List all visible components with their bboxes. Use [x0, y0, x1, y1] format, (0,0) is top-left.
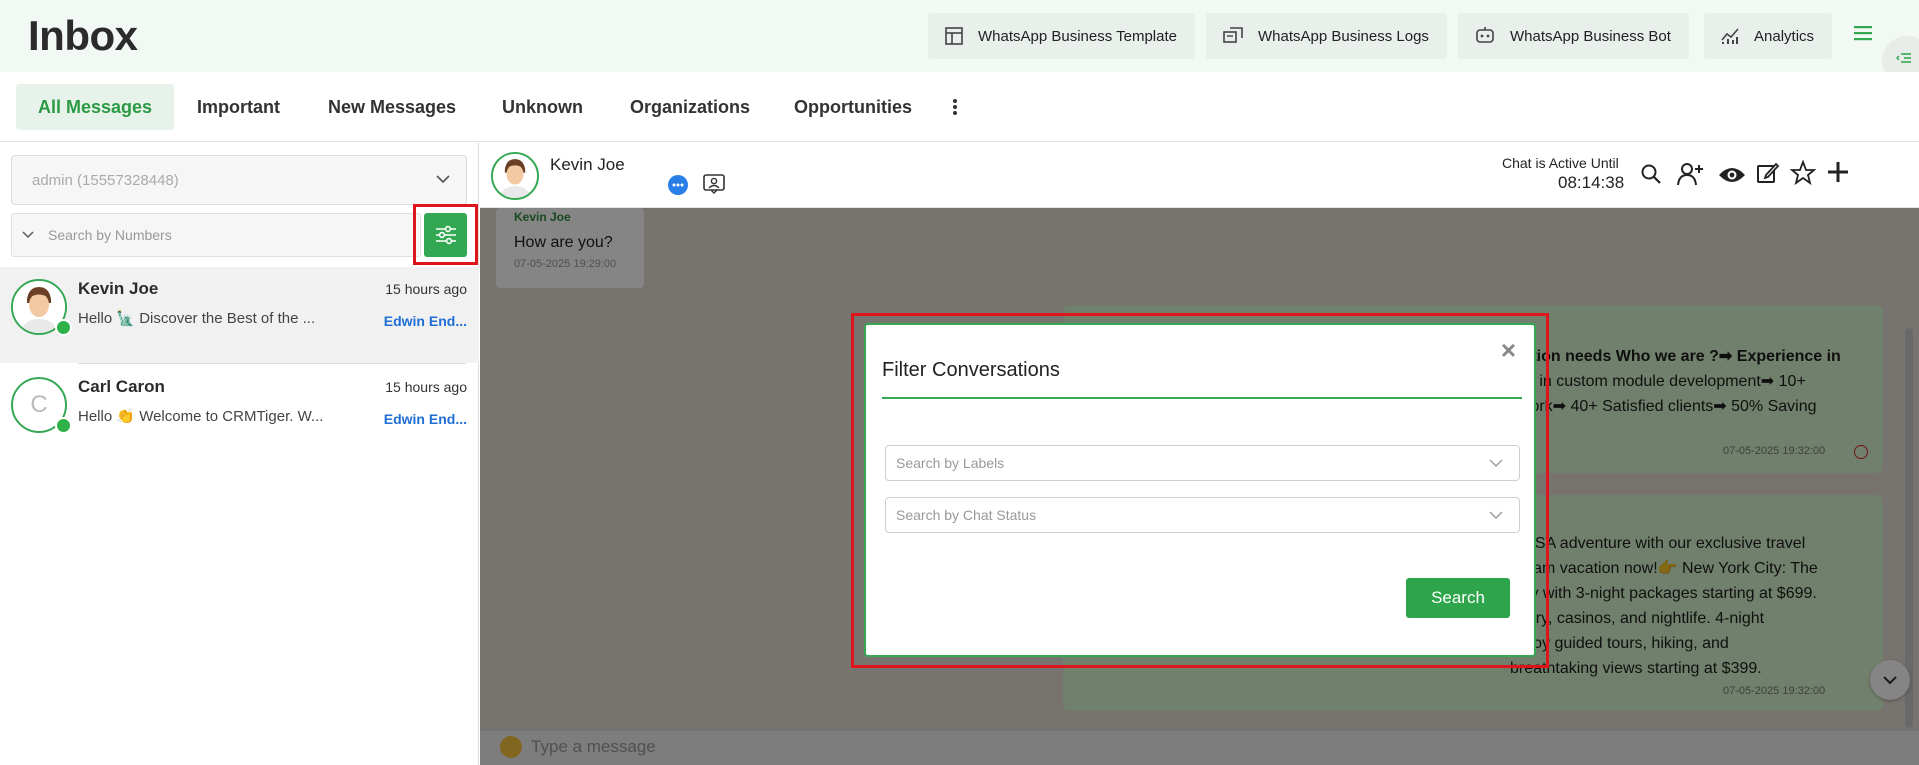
- conversation-preview: Hello 👏 Welcome to CRMTiger. W...: [78, 408, 324, 425]
- conversation-item-kevin-joe[interactable]: Kevin Joe 15 hours ago Hello 🗽 Discover …: [0, 267, 479, 363]
- number-search-placeholder: Search by Numbers: [48, 227, 172, 243]
- conversation-name: Kevin Joe: [78, 279, 159, 298]
- conversation-time: 15 hours ago: [385, 379, 467, 395]
- bot-icon: [1476, 27, 1494, 43]
- conversation-name: Carl Caron: [78, 377, 165, 396]
- chat-contact-name: Kevin Joe: [550, 155, 625, 174]
- analytics-label: Analytics: [1754, 27, 1815, 45]
- whatsapp-template-button[interactable]: WhatsApp Business Template: [928, 13, 1195, 59]
- tab-important[interactable]: Important: [175, 84, 302, 130]
- chat-active-label: Chat is Active Until: [1502, 155, 1619, 171]
- whatsapp-logs-label: WhatsApp Business Logs: [1258, 27, 1429, 45]
- chat-header: Kevin Joe Chat is Active Until 08:14:38: [480, 143, 1919, 208]
- whatsapp-badge-icon: [55, 319, 72, 336]
- top-header: Inbox WhatsApp Business Template WhatsAp…: [0, 0, 1919, 86]
- chevron-down-icon: [436, 175, 450, 184]
- whatsapp-bot-button[interactable]: WhatsApp Business Bot: [1458, 13, 1689, 59]
- edit-icon[interactable]: [1756, 161, 1780, 185]
- page-title: Inbox: [28, 12, 138, 59]
- tab-all-messages[interactable]: All Messages: [16, 84, 175, 130]
- menu-icon[interactable]: [1854, 24, 1872, 47]
- chat-active-time: 08:14:38: [1558, 173, 1625, 192]
- chat-avatar: [491, 152, 539, 200]
- whatsapp-template-label: WhatsApp Business Template: [978, 27, 1177, 45]
- more-tabs-icon[interactable]: [952, 98, 958, 121]
- person-avatar-icon: [493, 154, 537, 198]
- conversation-agent[interactable]: Edwin End...: [384, 313, 467, 329]
- tab-new-messages[interactable]: New Messages: [306, 84, 478, 130]
- analytics-button[interactable]: Analytics: [1704, 13, 1833, 59]
- highlight-box-filter-button: [413, 204, 478, 265]
- tab-unknown[interactable]: Unknown: [480, 84, 605, 130]
- conversation-preview: Hello 🗽 Discover the Best of the ...: [78, 310, 316, 327]
- divider: [78, 363, 466, 364]
- conversation-time: 15 hours ago: [385, 281, 467, 297]
- eye-icon[interactable]: [1718, 165, 1746, 185]
- contact-card-icon[interactable]: [702, 173, 726, 200]
- whatsapp-badge-icon: [55, 417, 72, 434]
- account-select[interactable]: admin (15557328448): [11, 155, 467, 205]
- logs-icon: [1223, 27, 1243, 43]
- conversation-item-carl-caron[interactable]: C Carl Caron 15 hours ago Hello 👏 Welcom…: [0, 365, 479, 461]
- search-icon[interactable]: [1640, 163, 1662, 185]
- chevron-down-icon: [22, 231, 34, 238]
- whatsapp-bot-label: WhatsApp Business Bot: [1510, 27, 1671, 45]
- analytics-icon: [1721, 28, 1739, 44]
- whatsapp-logs-button[interactable]: WhatsApp Business Logs: [1206, 13, 1447, 59]
- account-select-value: admin (15557328448): [32, 171, 179, 189]
- chat-options-icon[interactable]: [668, 175, 688, 195]
- avatar-initial: C: [30, 391, 48, 418]
- template-icon: [945, 27, 963, 45]
- conversation-list-panel: admin (15557328448) Search by Numbers Ke…: [0, 143, 479, 765]
- tab-opportunities[interactable]: Opportunities: [772, 84, 934, 130]
- star-icon[interactable]: [1790, 160, 1816, 186]
- add-user-icon[interactable]: [1676, 161, 1704, 187]
- tab-bar: All Messages Important New Messages Unkn…: [0, 72, 1919, 142]
- number-search-input[interactable]: Search by Numbers: [11, 213, 421, 257]
- tab-organizations[interactable]: Organizations: [608, 84, 772, 130]
- conversation-agent[interactable]: Edwin End...: [384, 411, 467, 427]
- highlight-box-modal: [851, 313, 1549, 668]
- plus-icon[interactable]: [1826, 160, 1850, 184]
